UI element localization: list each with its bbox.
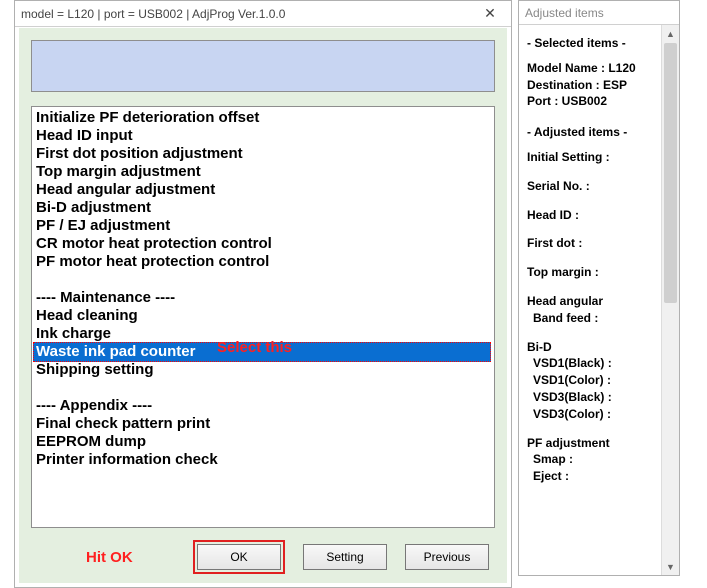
side-scrollbar[interactable]: ▲ ▼ [661,25,679,575]
scroll-thumb[interactable] [664,43,677,303]
list-item[interactable]: ---- Maintenance ---- [34,289,490,307]
list-item[interactable]: PF / EJ adjustment [34,217,490,235]
button-row: Hit OK OK Setting Previous [31,540,495,574]
initial-setting-line: Initial Setting : [527,149,657,166]
ok-button[interactable]: OK [197,544,281,570]
scroll-down-icon[interactable]: ▼ [662,558,679,575]
list-item[interactable]: Shipping setting [34,361,490,379]
main-window: model = L120 | port = USB002 | AdjProg V… [14,0,512,588]
head-angular-line: Head angular [527,293,657,310]
window-title: model = L120 | port = USB002 | AdjProg V… [21,7,475,21]
list-item[interactable]: Head angular adjustment [34,181,490,199]
band-feed-line: Band feed : [527,310,657,327]
titlebar: model = L120 | port = USB002 | AdjProg V… [15,1,511,27]
vsd3-color-line: VSD3(Color) : [527,406,657,423]
list-item[interactable]: PF motor heat protection control [34,253,490,271]
bi-d-line: Bi-D [527,339,657,356]
header-band [31,40,495,92]
list-item[interactable]: ---- Appendix ---- [34,397,490,415]
list-item[interactable] [34,271,490,289]
previous-button[interactable]: Previous [405,544,489,570]
ok-highlight: OK [193,540,285,574]
model-name-line: Model Name : L120 [527,60,657,77]
side-panel-title: Adjusted items [519,1,679,25]
adjusted-items-header: - Adjusted items - [527,124,657,141]
list-item[interactable] [34,379,490,397]
list-item[interactable]: Initialize PF deterioration offset [34,109,490,127]
annotation-hit-ok: Hit OK [86,549,133,566]
content-area: Initialize PF deterioration offsetHead I… [19,28,507,583]
vsd1-color-line: VSD1(Color) : [527,372,657,389]
list-item[interactable]: Head cleaning [34,307,490,325]
list-item[interactable]: Head ID input [34,127,490,145]
port-line: Port : USB002 [527,93,657,110]
vsd3-black-line: VSD3(Black) : [527,389,657,406]
side-panel-content: - Selected items - Model Name : L120 Des… [519,25,661,575]
list-item[interactable]: Top margin adjustment [34,163,490,181]
adjustment-listbox[interactable]: Initialize PF deterioration offsetHead I… [31,106,495,528]
setting-button[interactable]: Setting [303,544,387,570]
pf-adjustment-line: PF adjustment [527,435,657,452]
vsd1-black-line: VSD1(Black) : [527,355,657,372]
eject-line: Eject : [527,468,657,485]
serial-no-line: Serial No. : [527,178,657,195]
head-id-line: Head ID : [527,207,657,224]
smap-line: Smap : [527,451,657,468]
first-dot-line: First dot : [527,235,657,252]
scroll-up-icon[interactable]: ▲ [662,25,679,42]
list-item[interactable]: Bi-D adjustment [34,199,490,217]
destination-line: Destination : ESP [527,77,657,94]
list-item[interactable]: CR motor heat protection control [34,235,490,253]
selected-items-header: - Selected items - [527,35,657,52]
top-margin-line: Top margin : [527,264,657,281]
close-icon[interactable]: ✕ [475,4,505,24]
side-panel: Adjusted items - Selected items - Model … [518,0,680,576]
annotation-select-this: Select this [217,339,292,357]
list-item[interactable]: First dot position adjustment [34,145,490,163]
list-item[interactable]: Final check pattern print [34,415,490,433]
list-item[interactable]: EEPROM dump [34,433,490,451]
list-item[interactable]: Printer information check [34,451,490,469]
